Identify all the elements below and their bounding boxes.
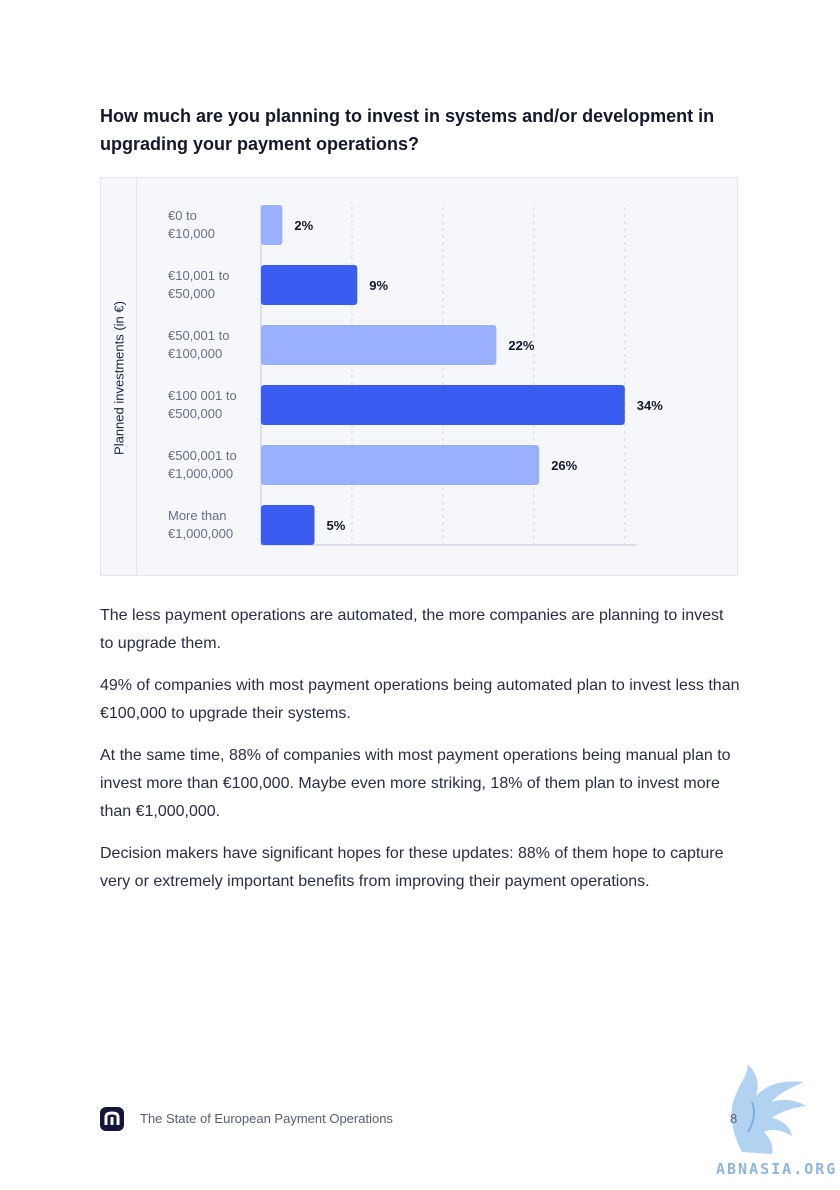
bar [261,265,358,305]
brand-logo-icon [100,1107,124,1131]
bar-value-label: 22% [508,338,534,353]
bar-chart: 2% €0 to €10,000 9% €10,001 to €50,000 22% €50,… [168,205,663,546]
paragraph-3: At the same time, 88% of companies with … [100,747,731,820]
footer-title: The State of European Payment Operations [140,1111,393,1126]
paragraph-2: 49% of companies with most payment opera… [100,677,740,722]
category-label: More than €1,000,000 [168,508,233,541]
bar-value-label: 9% [369,278,388,293]
paragraph-1: The less payment operations are automate… [100,607,724,652]
paragraph-4: Decision makers have significant hopes f… [100,845,724,890]
category-label: €50,001 to €100,000 [168,328,229,361]
bar-value-label: 2% [294,218,313,233]
category-label: €100 001 to €500,000 [168,388,237,421]
page-number: 8 [730,1111,738,1126]
category-label: €10,001 to €50,000 [168,268,229,301]
bar [261,385,625,425]
category-label: €0 to €10,000 [168,208,215,241]
category-label: €500,001 to €1,000,000 [168,448,237,481]
bar-value-label: 34% [637,398,663,413]
griffin-watermark-icon [731,1064,806,1154]
bar [261,205,283,245]
bar-value-label: 5% [327,518,346,533]
bar [261,505,315,545]
chart-question-title: How much are you planning to invest in s… [100,106,715,154]
bar [261,445,540,485]
watermark-text: ABNASIA.ORG [716,1160,838,1178]
bar [261,325,497,365]
bar-value-label: 26% [551,458,577,473]
chart-panel: Planned investments (in €) 2% €0 to €10,00… [100,177,738,576]
